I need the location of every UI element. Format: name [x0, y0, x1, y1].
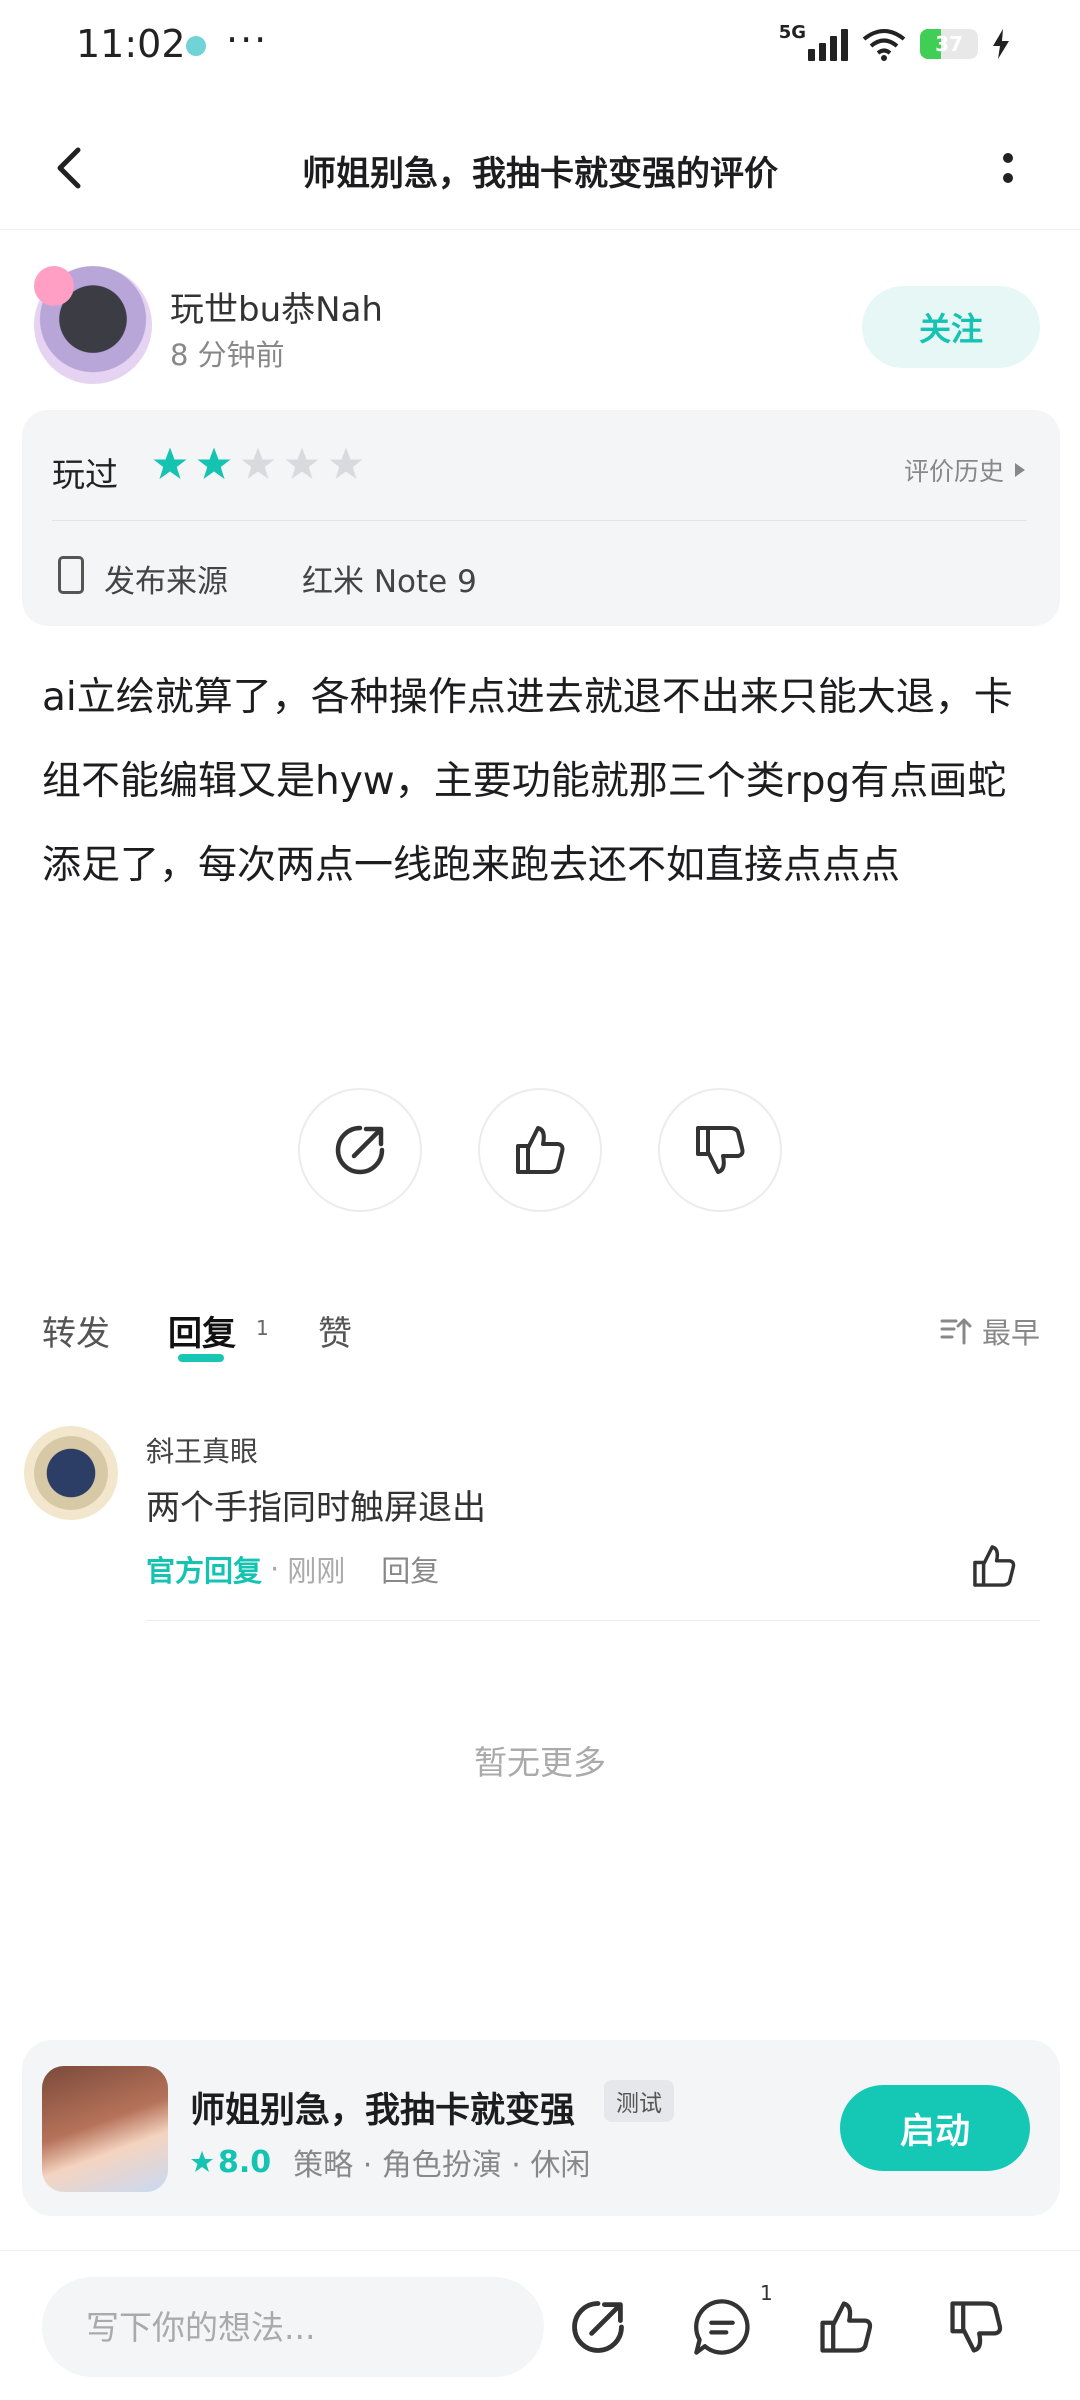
app-notification-icon	[186, 36, 206, 56]
star-empty-icon	[329, 447, 363, 479]
bottom-bar: 1	[0, 2250, 1080, 2400]
sort-toggle[interactable]: 最早	[940, 1310, 1040, 1352]
launch-button[interactable]: 启动	[840, 2085, 1030, 2171]
source-label: 发布来源	[104, 564, 228, 600]
caret-right-icon	[1015, 463, 1025, 477]
reply-avatar[interactable]	[24, 1426, 118, 1520]
card-divider	[52, 520, 1026, 521]
page-title: 师姐别急，我抽卡就变强的评价	[302, 154, 778, 194]
test-badge: 测试	[604, 2080, 674, 2122]
star-empty-icon	[285, 447, 319, 479]
played-status: 玩过	[52, 455, 118, 494]
sort-label: 最早	[981, 1316, 1040, 1350]
comment-icon[interactable]	[690, 2295, 754, 2359]
sort-icon	[940, 1318, 972, 1345]
share-icon	[335, 1125, 385, 1175]
charging-icon	[993, 29, 1009, 59]
star-rating	[152, 446, 364, 482]
review-body: ai立绘就算了，各种操作点进去就退不出来只能大退，卡组不能编辑又是hyw，主要功…	[42, 675, 1013, 888]
comment-count-badge: 1	[760, 2281, 773, 2305]
game-icon	[42, 2066, 168, 2192]
no-more-text: 暂无更多	[474, 1743, 606, 1782]
game-card[interactable]: 师姐别急，我抽卡就变强 测试 8.0 策略 · 角色扮演 · 休闲 启动	[22, 2040, 1060, 2216]
game-meta: 8.0 策略 · 角色扮演 · 休闲	[190, 2140, 590, 2184]
battery-level: 37	[935, 32, 963, 56]
author-avatar[interactable]	[34, 266, 152, 384]
comment-tabs: 转发 回复 1 赞 最早	[0, 1300, 1080, 1370]
star-empty-icon	[241, 447, 275, 479]
reply-author[interactable]: 斜王真眼	[146, 1430, 258, 1470]
review-history-link[interactable]: 评价历史	[904, 452, 1026, 488]
more-notifications-icon: ···	[226, 18, 269, 62]
reply-time: 刚刚	[287, 1554, 346, 1588]
star-filled-icon	[153, 447, 187, 479]
review-time: 8 分钟前	[170, 338, 285, 372]
game-score: 8.0	[190, 2145, 271, 2180]
reply-count: 1	[256, 1316, 269, 1340]
status-bar: 11:02 ··· 5G 37	[0, 0, 1080, 90]
status-time: 11:02	[76, 22, 186, 66]
phone-icon	[58, 556, 84, 594]
source-device: 红米 Note 9	[302, 564, 477, 600]
signal-icon	[808, 27, 848, 61]
star-filled-icon	[197, 447, 231, 479]
thumbs-up-icon[interactable]	[814, 2295, 878, 2359]
battery-icon: 37	[920, 29, 978, 59]
wifi-icon	[862, 29, 906, 61]
follow-button[interactable]: 关注	[862, 286, 1040, 368]
rating-card: 玩过 评价历史 发布来源 红米 Note 9	[22, 410, 1060, 626]
game-score-value: 8.0	[218, 2144, 272, 2180]
share-button[interactable]	[298, 1088, 422, 1212]
thumbs-down-icon	[696, 1126, 745, 1174]
active-tab-indicator	[178, 1354, 224, 1362]
thumbs-down-icon[interactable]	[944, 2295, 1008, 2359]
more-options-icon[interactable]	[980, 140, 1036, 196]
dislike-button[interactable]	[658, 1088, 782, 1212]
reply-divider	[146, 1620, 1040, 1621]
review-history-label: 评价历史	[903, 457, 1004, 486]
official-reply-tag: 官方回复	[146, 1554, 263, 1588]
tab-forward[interactable]: 转发	[42, 1306, 110, 1355]
meta-separator: ·	[270, 1552, 280, 1586]
game-name: 师姐别急，我抽卡就变强	[190, 2091, 576, 2131]
share-icon[interactable]	[566, 2295, 630, 2359]
reply-like-icon[interactable]	[968, 1540, 1020, 1592]
game-tags: 策略 · 角色扮演 · 休闲	[293, 2148, 591, 2183]
star-icon	[191, 2151, 213, 2172]
reply-content: 两个手指同时触屏退出	[146, 1488, 486, 1528]
reply-action-button[interactable]: 回复	[381, 1548, 439, 1590]
tab-likes[interactable]: 赞	[318, 1306, 352, 1355]
network-type: 5G	[778, 21, 806, 43]
like-button[interactable]	[478, 1088, 602, 1212]
reply-meta: 官方回复 · 刚刚 回复	[146, 1548, 439, 1590]
top-header: 师姐别急，我抽卡就变强的评价	[0, 110, 1080, 230]
tab-replies[interactable]: 回复	[168, 1306, 236, 1355]
thumbs-up-icon	[516, 1126, 565, 1174]
comment-input[interactable]	[42, 2277, 544, 2377]
author-name[interactable]: 玩世bu恭Nah	[170, 282, 383, 331]
